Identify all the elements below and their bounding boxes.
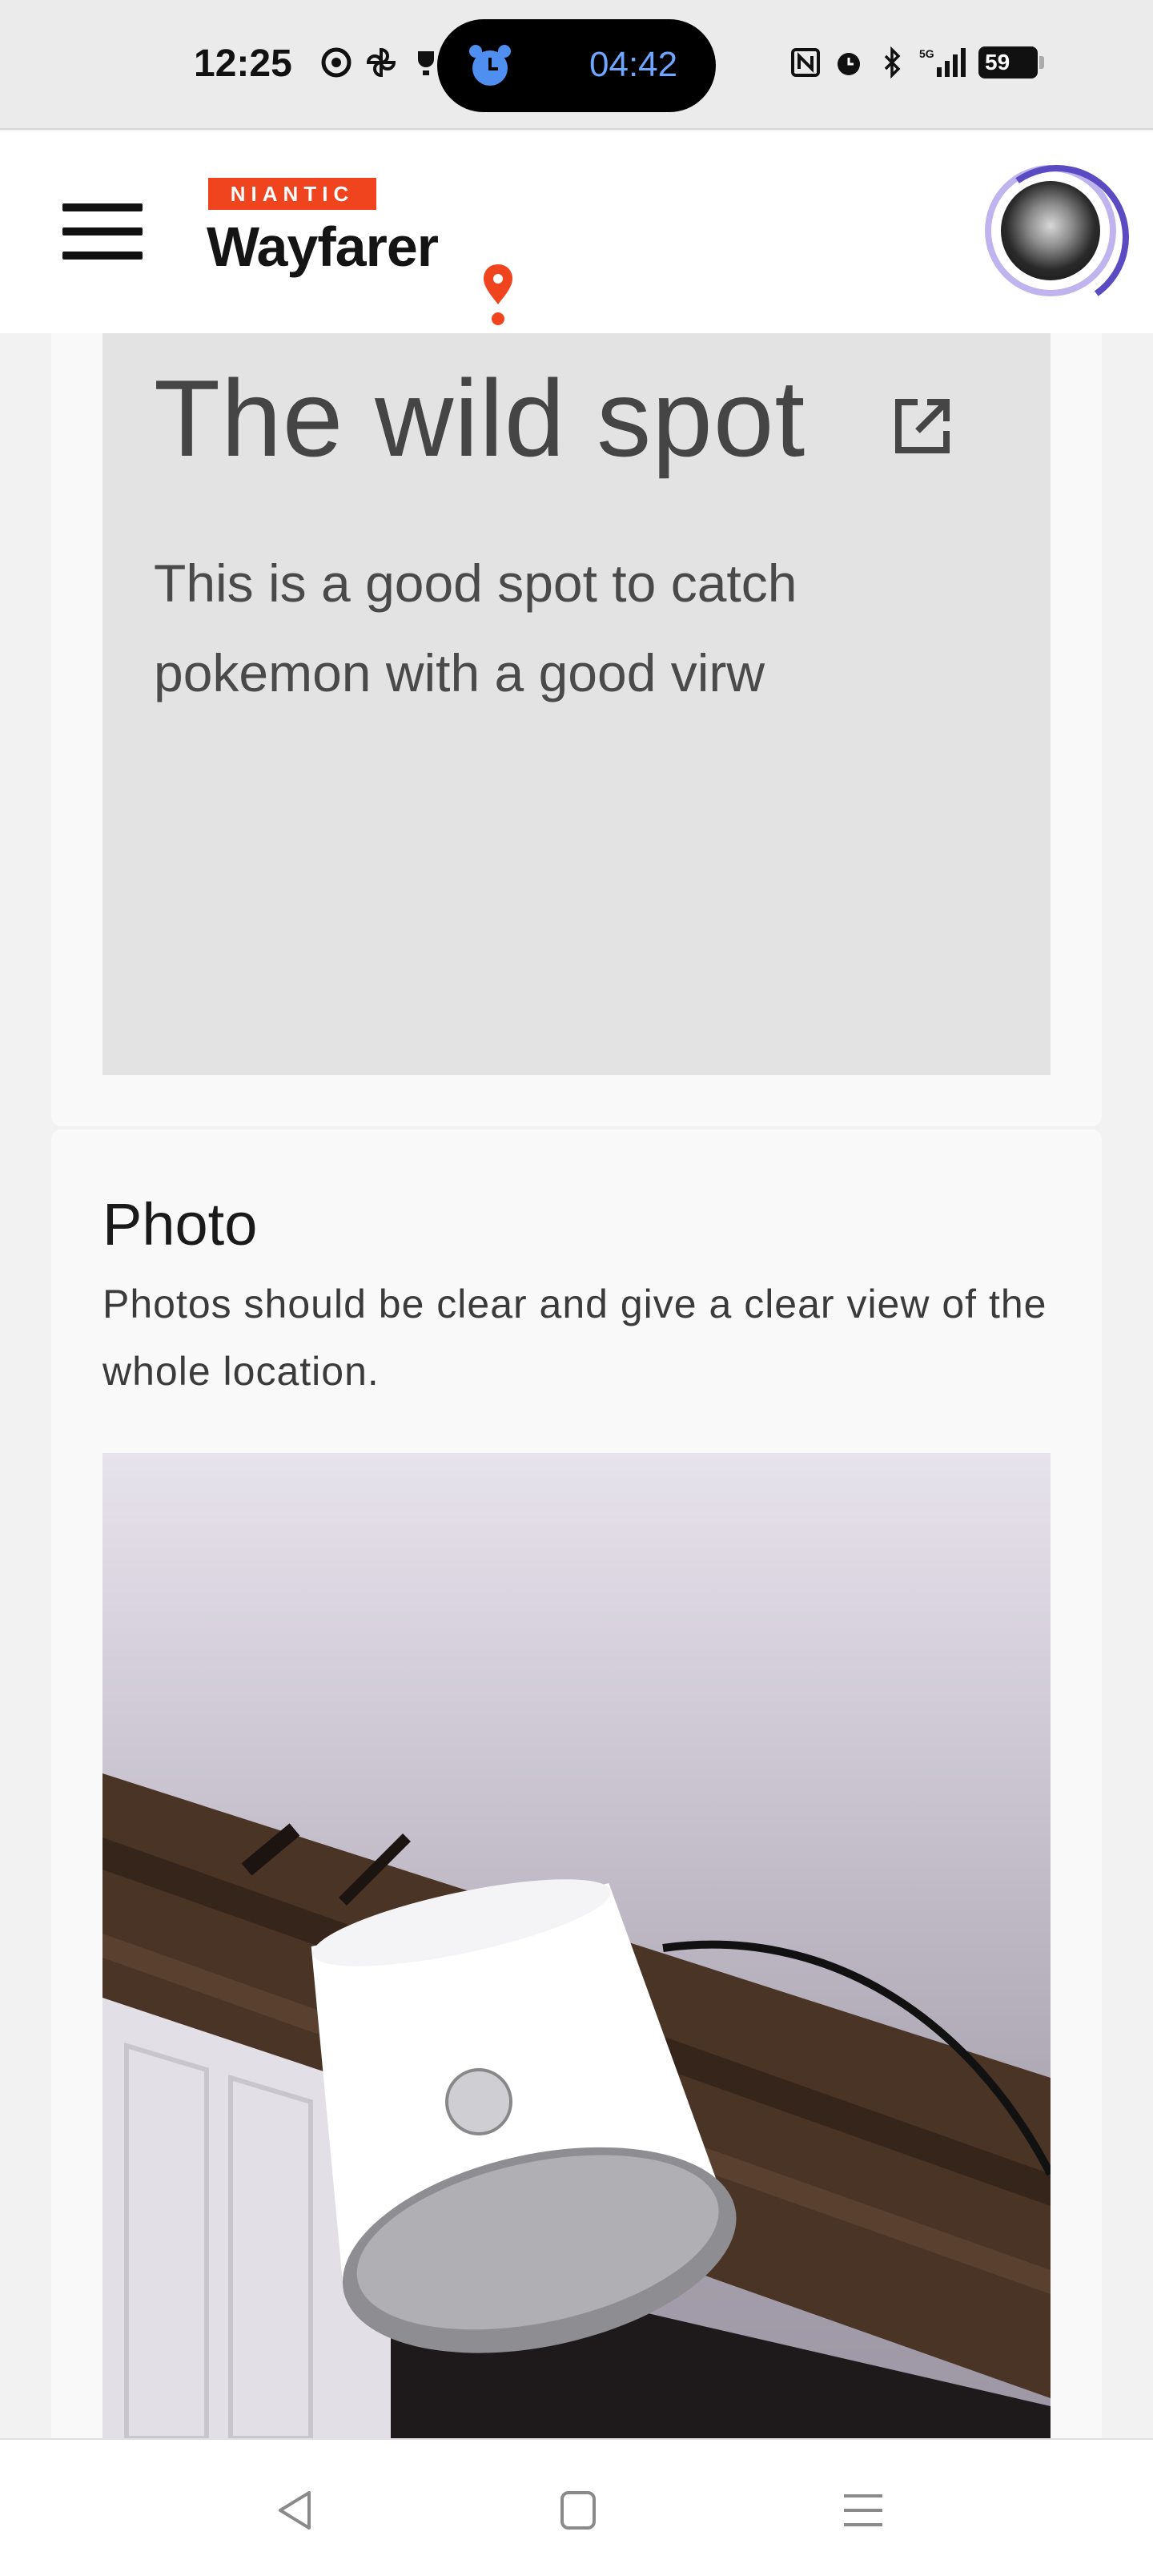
recents-icon[interactable] <box>842 2489 884 2531</box>
alarm-icon <box>833 46 865 78</box>
signal-icon: 5G <box>919 46 967 78</box>
photo-guidance-text: Photos should be clear and give a clear … <box>102 1282 1047 1394</box>
chrome-icon <box>320 46 352 78</box>
app-header: NIANTIC Wayfarer <box>0 131 1153 333</box>
location-pin-icon <box>484 264 512 325</box>
niantic-brand-tag: NIANTIC <box>208 178 376 210</box>
status-notification-icons <box>320 46 442 78</box>
nomination-photo[interactable] <box>102 1453 1051 2438</box>
home-icon[interactable] <box>559 2489 597 2531</box>
nfc-icon <box>789 46 822 78</box>
nomination-description: This is a good spot to catch pokemon wit… <box>154 553 797 702</box>
pinwheel-icon <box>365 46 397 78</box>
network-type: 5G <box>919 47 934 60</box>
status-time: 12:25 <box>194 42 292 85</box>
battery-indicator: 59 <box>978 46 1044 78</box>
avatar-image <box>1001 181 1100 280</box>
photo-heading: Photo <box>102 1191 258 1258</box>
nomination-title: The wild spot <box>154 357 806 479</box>
status-bar: 12:25 04:42 5G 59 <box>0 0 1153 130</box>
open-external-icon[interactable] <box>890 394 954 458</box>
dynamic-island-timer[interactable]: 04:42 <box>437 19 716 112</box>
back-icon[interactable] <box>272 2488 317 2533</box>
wayfarer-brand-name: Wayfarer <box>207 215 439 278</box>
alarm-clock-icon <box>469 45 511 86</box>
timer-readout: 04:42 <box>589 45 678 84</box>
system-navigation-bar <box>0 2438 1153 2576</box>
wayfarer-logo[interactable]: NIANTIC Wayfarer <box>207 178 519 325</box>
hamburger-menu-icon[interactable] <box>62 203 143 261</box>
user-avatar[interactable] <box>985 165 1116 296</box>
bluetooth-icon <box>876 46 908 79</box>
status-system-icons: 5G 59 <box>789 46 1044 79</box>
